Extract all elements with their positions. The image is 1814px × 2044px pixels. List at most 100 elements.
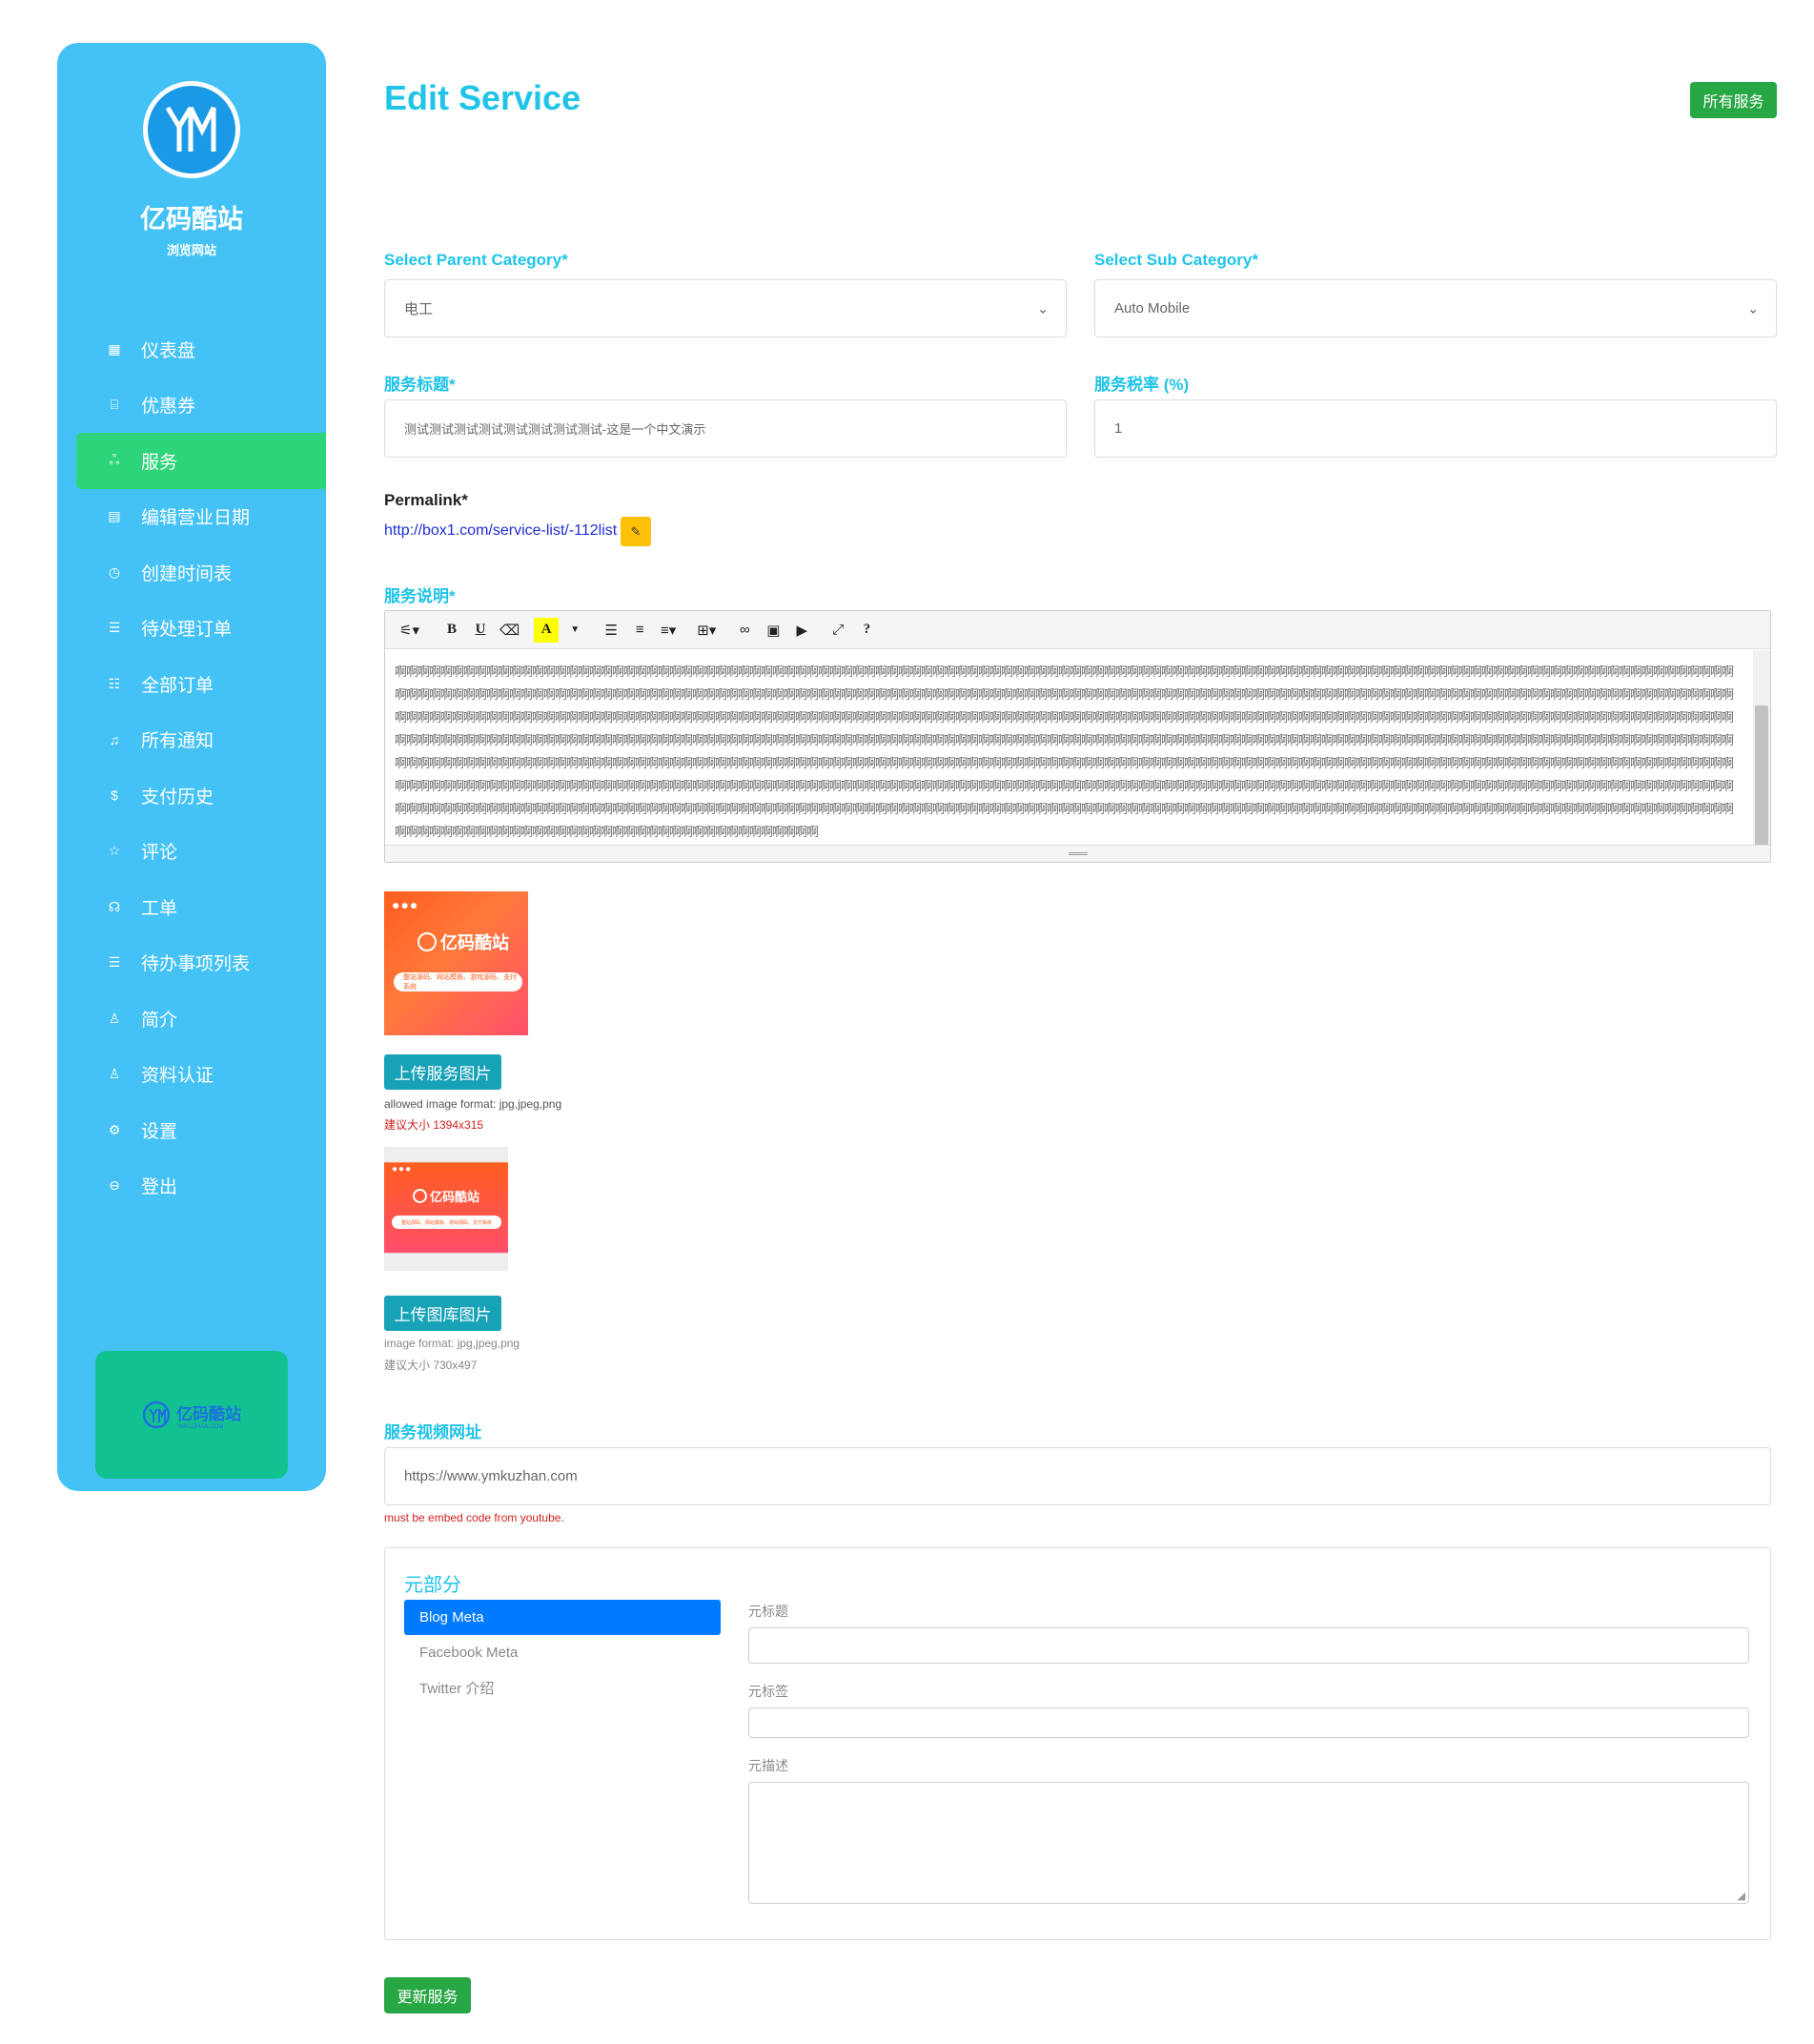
- sidebar-item[interactable]: ⌸ 优惠券: [57, 378, 326, 434]
- sidebar-item[interactable]: ♙ 简介: [57, 991, 326, 1047]
- permalink-label: Permalink*: [384, 491, 468, 509]
- logout-icon: ⊖: [109, 1177, 120, 1194]
- service-image-preview: ●●● 亿码酷站 整站源码、网站模板、游戏源码、支付系统: [384, 891, 528, 1035]
- permalink-link[interactable]: http://box1.com/service-list/-112list: [384, 522, 617, 540]
- underline-button[interactable]: U: [468, 618, 493, 643]
- sidebar-item-label: 创建时间表: [141, 563, 233, 584]
- upload-service-image-button[interactable]: 上传服务图片: [384, 1054, 501, 1090]
- browse-site-link[interactable]: 浏览网站: [57, 240, 326, 258]
- sidebar-item[interactable]: ☷ 全部订单: [57, 656, 326, 712]
- meta-tags-label: 元标签: [748, 1684, 788, 1699]
- sidebar-item[interactable]: ஃ 服务: [76, 433, 326, 489]
- video-url-input[interactable]: https://www.ymkuzhan.com: [384, 1447, 1771, 1505]
- service-title-input[interactable]: 测试测试测试测试测试测试测试测试-这是一个中文演示: [384, 399, 1067, 458]
- sidebar-item-label: 登出: [141, 1177, 178, 1198]
- tab-blog-meta[interactable]: Blog Meta: [404, 1600, 721, 1635]
- upload-gallery-image-button[interactable]: 上传图库图片: [384, 1296, 501, 1331]
- meta-title-label: 元标题: [748, 1604, 788, 1619]
- bullet-list-icon[interactable]: ☰: [599, 618, 623, 643]
- clock-icon: ◷: [108, 563, 121, 580]
- sidebar-item[interactable]: ▤ 编辑营业日期: [57, 489, 326, 545]
- scrollbar-thumb[interactable]: [1755, 705, 1768, 858]
- todo-icon: ☰: [108, 954, 121, 971]
- parent-category-value: 电工: [404, 301, 434, 317]
- sidebar-item[interactable]: ⚙ 设置: [57, 1102, 326, 1158]
- link-icon[interactable]: ∞: [732, 618, 757, 643]
- gallery-image-preview: ●●● 亿码酷站 整站源码、网站模板、游戏源码、支付系统: [384, 1147, 508, 1271]
- page-title: Edit Service: [384, 78, 581, 117]
- tab-facebook-meta[interactable]: Facebook Meta: [404, 1635, 721, 1670]
- sidebar-item[interactable]: ◷ 创建时间表: [57, 544, 326, 601]
- promo-banner[interactable]: 亿码酷站 YMKUZHAN.COM: [95, 1351, 288, 1479]
- description-label: 服务说明*: [384, 587, 456, 605]
- gallery-format-hint: image format: jpg,jpeg,png: [384, 1337, 520, 1350]
- permalink-edit-button[interactable]: ✎: [621, 517, 651, 546]
- thumb-bar: 整站源码、网站模板、游戏源码、支付系统: [394, 972, 522, 991]
- highlight-color-button[interactable]: A: [534, 617, 560, 643]
- sidebar-item-label: 设置: [141, 1121, 178, 1142]
- parent-category-select[interactable]: 电工 ⌄: [384, 279, 1067, 337]
- service-image-size-hint: 建议大小 1394x315: [384, 1118, 484, 1132]
- meta-section-title: 元部分: [404, 1575, 461, 1596]
- parent-category-label: Select Parent Category*: [384, 251, 568, 269]
- tax-input[interactable]: 1: [1094, 399, 1777, 458]
- sidebar-item[interactable]: ☊ 工单: [57, 879, 326, 935]
- tab-twitter-meta[interactable]: Twitter 介绍: [404, 1670, 721, 1706]
- pending-list-icon: ☰: [108, 620, 121, 636]
- service-title-label: 服务标题*: [384, 376, 456, 394]
- meta-description-textarea[interactable]: ◢: [748, 1782, 1749, 1904]
- sidebar: 亿码酷站 浏览网站 ▦ 仪表盘 ⌸ 优惠券 ஃ 服务 ▤ 编辑营业日期 ◷ 创建时间表 ☰ 待处理订单…: [57, 43, 326, 1491]
- all-services-button[interactable]: 所有服务: [1690, 82, 1777, 118]
- video-url-label: 服务视频网址: [384, 1423, 481, 1441]
- sidebar-item[interactable]: ♫ 所有通知: [57, 712, 326, 768]
- sidebar-item[interactable]: ☰ 待处理订单: [57, 601, 326, 657]
- user-icon: ♙: [108, 1010, 121, 1026]
- sidebar-item-label: 资料认证: [141, 1066, 214, 1087]
- bold-button[interactable]: B: [439, 618, 464, 643]
- editor-content[interactable]: 啊啊啊啊啊啊啊啊啊啊啊啊啊啊啊啊啊啊啊啊啊啊啊啊啊啊啊啊啊啊啊啊啊啊啊啊啊啊啊啊…: [395, 661, 1739, 837]
- update-service-button[interactable]: 更新服务: [384, 1977, 471, 2013]
- service-title-value: 测试测试测试测试测试测试测试测试-这是一个中文演示: [404, 422, 706, 437]
- caret-down-icon[interactable]: ▼: [562, 618, 587, 643]
- verify-user-icon: ♙: [108, 1066, 121, 1082]
- sidebar-item[interactable]: ▦ 仪表盘: [57, 321, 326, 378]
- video-icon[interactable]: ▶: [789, 618, 814, 643]
- dashboard-icon: ▦: [108, 340, 121, 357]
- chevron-down-icon: ⌄: [1037, 300, 1049, 316]
- meta-section: 元部分 Blog Meta Facebook Meta Twitter 介绍 元…: [384, 1547, 1771, 1940]
- ordered-list-icon[interactable]: ≡: [627, 618, 652, 643]
- help-icon[interactable]: ?: [854, 618, 879, 643]
- sidebar-item[interactable]: ☰ 待办事项列表: [57, 935, 326, 991]
- video-url-hint: must be embed code from youtube.: [384, 1511, 564, 1524]
- sidebar-item-label: 编辑营业日期: [141, 508, 251, 529]
- editor-scrollbar[interactable]: [1753, 650, 1770, 858]
- meta-title-input[interactable]: [748, 1627, 1749, 1664]
- sidebar-item[interactable]: $ 支付历史: [57, 767, 326, 824]
- sidebar-item-label: 评论: [141, 843, 178, 864]
- editor-resize-handle[interactable]: [385, 845, 1770, 862]
- sidebar-item[interactable]: ⊖ 登出: [57, 1158, 326, 1215]
- image-icon[interactable]: ▣: [761, 618, 785, 643]
- sidebar-item-label: 服务: [141, 452, 178, 473]
- sidebar-item[interactable]: ☆ 评论: [57, 824, 326, 880]
- meta-description-label: 元描述: [748, 1758, 788, 1773]
- resize-grip-icon[interactable]: ◢: [1738, 1890, 1745, 1902]
- fullscreen-icon[interactable]: ⤢: [825, 618, 850, 643]
- rich-text-editor: ⚟▾ B U ⌫ A ▼ ☰ ≡ ≡▾ ⊞▾ ∞ ▣ ▶ ⤢ ? 啊啊啊啊啊啊啊…: [384, 610, 1771, 863]
- promo-brand: 亿码酷站: [176, 1404, 241, 1423]
- magic-wand-icon[interactable]: ⚟▾: [397, 618, 422, 643]
- gear-icon: ⚙: [108, 1121, 121, 1137]
- brand-logo[interactable]: [143, 81, 240, 178]
- sub-category-select[interactable]: Auto Mobile ⌄: [1094, 279, 1777, 337]
- gallery-size-hint: 建议大小 730x497: [384, 1359, 478, 1372]
- sidebar-item[interactable]: ♙ 资料认证: [57, 1047, 326, 1103]
- table-icon[interactable]: ⊞▾: [694, 618, 719, 643]
- coupon-icon: ⌸: [110, 397, 119, 413]
- promo-domain: YMKUZHAN.COM: [176, 1423, 224, 1430]
- sidebar-item-label: 工单: [141, 898, 178, 919]
- eraser-icon[interactable]: ⌫: [497, 618, 522, 643]
- ym-logo-icon: [165, 106, 216, 152]
- sidebar-item-label: 支付历史: [141, 787, 214, 807]
- meta-tags-input[interactable]: [748, 1707, 1749, 1738]
- align-icon[interactable]: ≡▾: [656, 618, 681, 643]
